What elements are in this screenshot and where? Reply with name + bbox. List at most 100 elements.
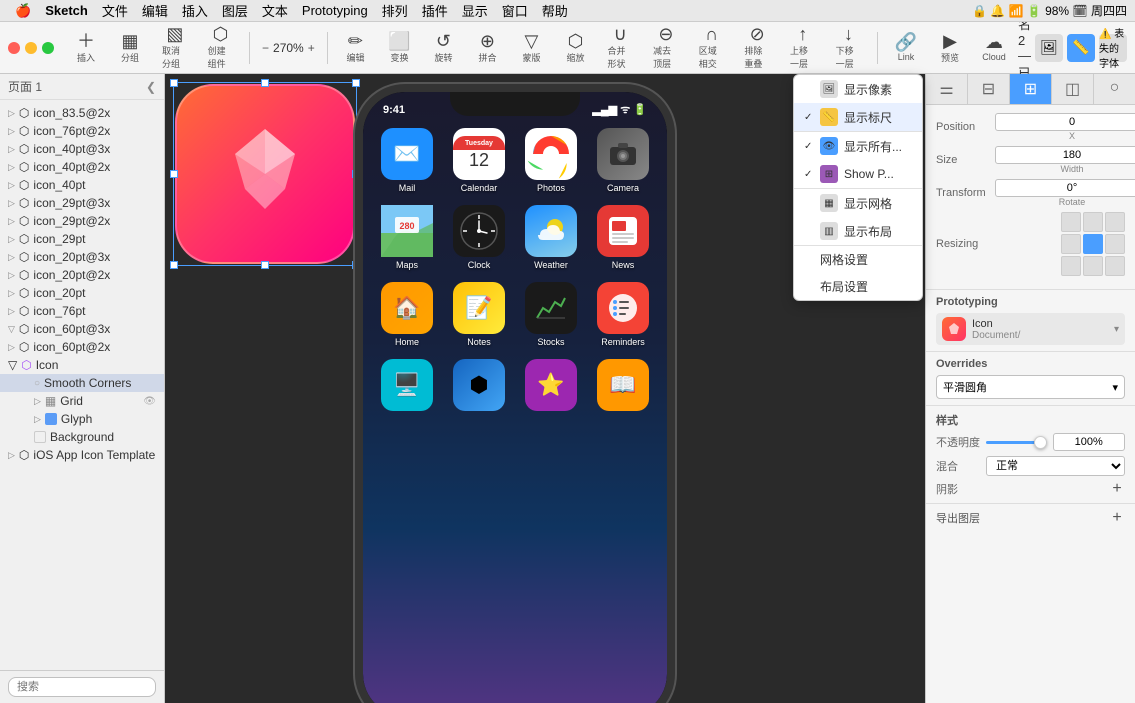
resizing-cell-ml[interactable] bbox=[1061, 234, 1081, 254]
resize-handle-tl[interactable] bbox=[170, 79, 178, 87]
position-x-input[interactable] bbox=[995, 113, 1135, 131]
app-reminders[interactable]: Reminders bbox=[591, 282, 655, 347]
opacity-thumb[interactable] bbox=[1034, 436, 1047, 449]
resizing-cell-bl[interactable] bbox=[1061, 256, 1081, 276]
maximize-button[interactable] bbox=[42, 42, 54, 54]
resizing-cell-bc[interactable] bbox=[1083, 256, 1103, 276]
exclude-button[interactable]: ⊘ 排除重叠 bbox=[736, 23, 778, 72]
transform-button[interactable]: ⬜ 变换 bbox=[379, 30, 419, 66]
sidebar-collapse-icon[interactable]: ❮ bbox=[146, 80, 156, 94]
tab-inspect[interactable]: ⊞ bbox=[1010, 74, 1052, 104]
sidebar-item-icon20-2[interactable]: ▷ ⬡ icon_20pt@2x bbox=[0, 266, 164, 284]
app-starred[interactable]: ⭐ bbox=[519, 359, 583, 414]
resizing-cell-br[interactable] bbox=[1105, 256, 1125, 276]
close-button[interactable] bbox=[8, 42, 20, 54]
tab-component[interactable]: ◫ bbox=[1052, 74, 1094, 104]
subtract-button[interactable]: ⊖ 减去顶层 bbox=[645, 23, 687, 72]
zoom-value[interactable]: 270% bbox=[273, 41, 304, 55]
move-down-button[interactable]: ↓ 下移一层 bbox=[828, 23, 870, 72]
opacity-value-input[interactable] bbox=[1053, 433, 1126, 451]
insert-button[interactable]: ＋ 插入 bbox=[66, 30, 106, 66]
preview-button[interactable]: ▶ 预览 bbox=[930, 30, 970, 66]
group-button[interactable]: ▦ 分组 bbox=[110, 30, 150, 66]
large-app-icon[interactable] bbox=[175, 84, 355, 264]
add-shadow-button[interactable]: + bbox=[1109, 481, 1125, 497]
menu-display[interactable]: 显示 bbox=[455, 1, 495, 20]
right-panel-toggle-img[interactable]: 🖼 bbox=[1035, 34, 1063, 62]
app-mail[interactable]: ✉️ Mail bbox=[375, 128, 439, 193]
sidebar-item-icon29[interactable]: ▷ ⬡ icon_29pt bbox=[0, 230, 164, 248]
tab-prototype[interactable]: ○ bbox=[1094, 74, 1135, 104]
union-button[interactable]: ∪ 合并形状 bbox=[599, 23, 641, 72]
app-camera[interactable]: Camera bbox=[591, 128, 655, 193]
rotate-input[interactable] bbox=[995, 179, 1135, 197]
app-maps[interactable]: 280 Maps bbox=[375, 205, 439, 270]
dropdown-item-ruler[interactable]: ✓ 📏 显示标尺 bbox=[794, 103, 922, 131]
app-calendar[interactable]: Tuesday 12 Calendar bbox=[447, 128, 511, 193]
tab-spacing[interactable]: ⊟ bbox=[968, 74, 1010, 104]
dropdown-item-show-all[interactable]: ✓ 👁 显示所有... bbox=[794, 132, 922, 160]
menu-plugins[interactable]: 插件 bbox=[415, 1, 455, 20]
create-component-button[interactable]: ⬡ 创建组件 bbox=[200, 23, 242, 72]
smooth-corners-dropdown[interactable]: 平滑圆角 ▾ bbox=[936, 375, 1125, 399]
menu-file[interactable]: 文件 bbox=[95, 1, 135, 20]
app-notes[interactable]: 📝 Notes bbox=[447, 282, 511, 347]
mask-button[interactable]: ▽ 蒙版 bbox=[511, 30, 551, 66]
sidebar-item-icon29-3[interactable]: ▷ ⬡ icon_29pt@3x bbox=[0, 194, 164, 212]
cloud-button[interactable]: ☁ Cloud bbox=[974, 31, 1014, 64]
resize-handle-tr[interactable] bbox=[352, 79, 360, 87]
sidebar-item-icon29-2[interactable]: ▷ ⬡ icon_29pt@2x bbox=[0, 212, 164, 230]
flatten-button[interactable]: ⊕ 拼合 bbox=[467, 30, 507, 66]
sidebar-item-icon83[interactable]: ▷ ⬡ icon_83.5@2x bbox=[0, 104, 164, 122]
sidebar-item-icon60-3[interactable]: ▽ ⬡ icon_60pt@3x bbox=[0, 320, 164, 338]
search-input[interactable] bbox=[8, 677, 156, 697]
zoom-increase[interactable]: + bbox=[308, 41, 315, 55]
app-store[interactable]: ⬢ bbox=[447, 359, 511, 414]
resizing-cell-mc[interactable] bbox=[1083, 234, 1103, 254]
app-photos[interactable]: Photos bbox=[519, 128, 583, 193]
app-clock[interactable]: Clock bbox=[447, 205, 511, 270]
zoom-decrease[interactable]: − bbox=[262, 41, 269, 55]
resizing-cell-tr[interactable] bbox=[1105, 212, 1125, 232]
menu-text[interactable]: 文本 bbox=[255, 1, 295, 20]
sidebar-item-icon76pt[interactable]: ▷ ⬡ icon_76pt bbox=[0, 302, 164, 320]
resize-handle-bl[interactable] bbox=[170, 261, 178, 269]
menu-edit[interactable]: 编辑 bbox=[135, 1, 175, 20]
dropdown-item-grid-settings[interactable]: 网格设置 bbox=[794, 246, 922, 273]
rotate-button[interactable]: ↺ 旋转 bbox=[423, 30, 463, 66]
add-export-button[interactable]: + bbox=[1109, 510, 1125, 526]
right-panel-toggle-active[interactable]: 📏 bbox=[1067, 34, 1095, 62]
prototyping-dropdown-arrow[interactable]: ▾ bbox=[1114, 324, 1119, 335]
apple-menu[interactable]: 🍎 bbox=[8, 3, 38, 19]
menu-arrange[interactable]: 排列 bbox=[375, 1, 415, 20]
resizing-cell-mr[interactable] bbox=[1105, 234, 1125, 254]
tab-align[interactable]: ⚌ bbox=[926, 74, 968, 104]
sidebar-item-grid[interactable]: ▷ ▦ Grid 👁 bbox=[0, 392, 164, 410]
sidebar-item-ios-template[interactable]: ▷ ⬡ iOS App Icon Template bbox=[0, 446, 164, 464]
dropdown-item-show-p[interactable]: ✓ ⊞ Show P... bbox=[794, 160, 922, 188]
resizing-cell-tl[interactable] bbox=[1061, 212, 1081, 232]
dropdown-item-pixel[interactable]: 🖼 显示像素 bbox=[794, 75, 922, 103]
visibility-icon[interactable]: 👁 bbox=[143, 396, 156, 407]
app-books[interactable]: 📖 bbox=[591, 359, 655, 414]
app-news[interactable]: News bbox=[591, 205, 655, 270]
sidebar-item-icon40-3[interactable]: ▷ ⬡ icon_40pt@3x bbox=[0, 140, 164, 158]
resizing-cell-tc[interactable] bbox=[1083, 212, 1103, 232]
minimize-button[interactable] bbox=[25, 42, 37, 54]
sidebar-item-icon20[interactable]: ▷ ⬡ icon_20pt bbox=[0, 284, 164, 302]
app-tv[interactable]: 🖥️ bbox=[375, 359, 439, 414]
menu-insert[interactable]: 插入 bbox=[175, 1, 215, 20]
sidebar-item-glyph[interactable]: ▷ Glyph bbox=[0, 410, 164, 428]
dropdown-item-layout[interactable]: ▥ 显示布局 bbox=[794, 217, 922, 245]
sidebar-item-icon20-3[interactable]: ▷ ⬡ icon_20pt@3x bbox=[0, 248, 164, 266]
dropdown-item-layout-settings[interactable]: 布局设置 bbox=[794, 273, 922, 300]
sidebar-item-icon40-2[interactable]: ▷ ⬡ icon_40pt@2x bbox=[0, 158, 164, 176]
menu-layer[interactable]: 图层 bbox=[215, 1, 255, 20]
scale-button[interactable]: ⬡ 缩放 bbox=[555, 30, 595, 66]
width-input[interactable] bbox=[995, 146, 1135, 164]
sidebar-item-icon60-2[interactable]: ▷ ⬡ icon_60pt@2x bbox=[0, 338, 164, 356]
app-weather[interactable]: Weather bbox=[519, 205, 583, 270]
menu-help[interactable]: 帮助 bbox=[535, 1, 575, 20]
app-menu-sketch[interactable]: Sketch bbox=[38, 3, 95, 18]
menu-window[interactable]: 窗口 bbox=[495, 1, 535, 20]
